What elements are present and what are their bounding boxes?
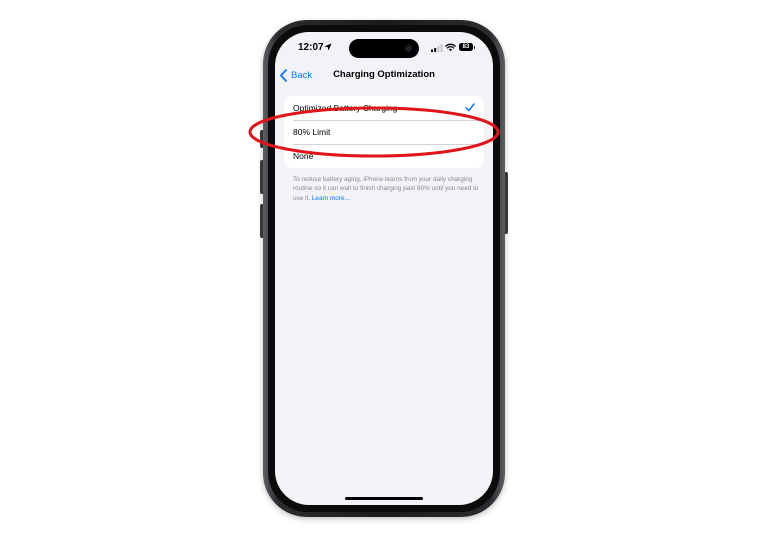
stage: 12:07 83 Back Charging Optimization Opti… (0, 0, 768, 538)
location-arrow-icon (324, 43, 332, 51)
option-label: 80% Limit (293, 127, 331, 137)
status-bar: 12:07 83 (275, 32, 493, 64)
navigation-bar: Back Charging Optimization (275, 66, 493, 84)
cellular-signal-icon (431, 44, 443, 52)
home-indicator[interactable] (345, 497, 423, 500)
footer-note: To reduce battery aging, iPhone learns f… (293, 175, 479, 203)
checkmark-icon (465, 103, 475, 112)
phone-screen: 12:07 83 Back Charging Optimization Opti… (275, 32, 493, 505)
option-none[interactable]: None (284, 144, 484, 168)
page-title: Charging Optimization (333, 69, 435, 80)
option-label: None (293, 151, 314, 161)
front-camera (405, 45, 412, 52)
wifi-icon (445, 43, 456, 52)
learn-more-link[interactable]: Learn more... (312, 195, 350, 202)
status-time: 12:07 (298, 42, 324, 53)
option-optimized-battery-charging[interactable]: Optimized Battery Charging (284, 96, 484, 120)
option-label: Optimized Battery Charging (293, 103, 398, 113)
battery-icon: 83 (459, 43, 475, 51)
option-80-percent-limit[interactable]: 80% Limit (284, 120, 484, 144)
dynamic-island (349, 39, 419, 58)
charging-options-list: Optimized Battery Charging 80% Limit Non… (284, 96, 484, 168)
